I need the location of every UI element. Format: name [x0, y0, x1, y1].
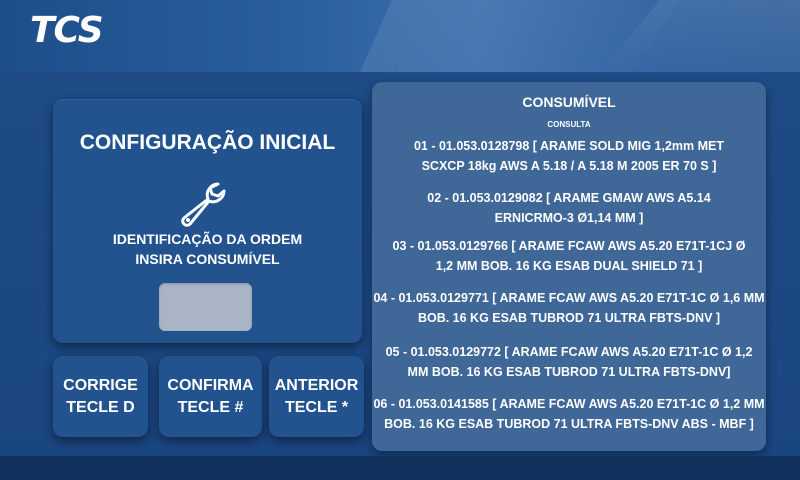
consumable-item-03[interactable]: 03 - 01.053.0129766 [ ARAME FCAW AWS A5.…: [372, 236, 766, 276]
consumable-input-field[interactable]: [159, 283, 252, 331]
anterior-button[interactable]: ANTERIOR TECLE *: [269, 356, 364, 437]
item-line: 1,2 MM BOB. 16 KG ESAB DUAL SHIELD 71 ]: [435, 259, 703, 273]
item-line: 02 - 01.053.0129082 [ ARAME GMAW AWS A5.…: [427, 191, 711, 205]
list-title: CONSUMÍVEL: [522, 94, 616, 110]
item-line: 05 - 01.053.0129772 [ ARAME FCAW AWS A5.…: [385, 345, 753, 359]
button-key-hint: TECLE *: [284, 398, 349, 416]
list-subtitle: CONSULTA: [547, 120, 591, 129]
consumable-item-04[interactable]: 04 - 01.053.0129771 [ ARAME FCAW AWS A5.…: [372, 288, 766, 328]
button-label: CONFIRMA: [167, 376, 254, 394]
instruction-text: IDENTIFICAÇÃO DA ORDEM INSIRA CONSUMÍVEL: [53, 229, 362, 269]
bottom-bar: [0, 456, 800, 480]
prompt-line: INSIRA CONSUMÍVEL: [135, 251, 280, 267]
item-line: BOB. 16 KG ESAB TUBROD 71 ULTRA FBTS-DNV…: [417, 311, 721, 325]
button-label: CORRIGE: [63, 376, 138, 394]
screen: TCS CONFIGURAÇÃO INICIAL IDENTIFICAÇÃO D…: [0, 0, 800, 480]
prompt-line: IDENTIFICAÇÃO DA ORDEM: [112, 231, 303, 247]
item-line: ERNICRMO-3 Ø1,14 MM ]: [494, 211, 644, 225]
consumable-list-panel: CONSUMÍVEL CONSULTA 01 - 01.053.0128798 …: [372, 82, 766, 451]
consumable-item-02[interactable]: 02 - 01.053.0129082 [ ARAME GMAW AWS A5.…: [372, 188, 766, 228]
item-line: 06 - 01.053.0141585 [ ARAME FCAW AWS A5.…: [373, 397, 765, 411]
page-title: CONFIGURAÇÃO INICIAL: [79, 131, 336, 154]
consumable-item-01[interactable]: 01 - 01.053.0128798 [ ARAME SOLD MIG 1,2…: [372, 136, 766, 176]
button-key-hint: TECLE #: [177, 398, 244, 416]
item-line: 01 - 01.053.0128798 [ ARAME SOLD MIG 1,2…: [413, 139, 725, 153]
consumable-item-06[interactable]: 06 - 01.053.0141585 [ ARAME FCAW AWS A5.…: [372, 394, 766, 434]
item-line: MM BOB. 16 KG ESAB TUBROD 71 ULTRA FBTS-…: [407, 365, 731, 379]
item-line: BOB. 16 KG ESAB TUBROD 71 ULTRA FBTS-DNV…: [384, 417, 754, 431]
tcs-logo: TCS: [30, 10, 104, 51]
confirma-button[interactable]: CONFIRMA TECLE #: [159, 356, 262, 437]
corrige-button[interactable]: CORRIGE TECLE D: [53, 356, 148, 437]
item-line: 03 - 01.053.0129766 [ ARAME FCAW AWS A5.…: [392, 239, 746, 253]
wrench-icon: [181, 182, 226, 227]
button-key-hint: TECLE D: [66, 398, 135, 416]
header-band: TCS: [0, 0, 800, 72]
consumable-item-05[interactable]: 05 - 01.053.0129772 [ ARAME FCAW AWS A5.…: [372, 342, 766, 382]
item-line: 04 - 01.053.0129771 [ ARAME FCAW AWS A5.…: [373, 291, 765, 305]
button-label: ANTERIOR: [274, 376, 359, 394]
item-line: SCXCP 18kg AWS A 5.18 / A 5.18 M 2005 ER…: [421, 159, 717, 173]
